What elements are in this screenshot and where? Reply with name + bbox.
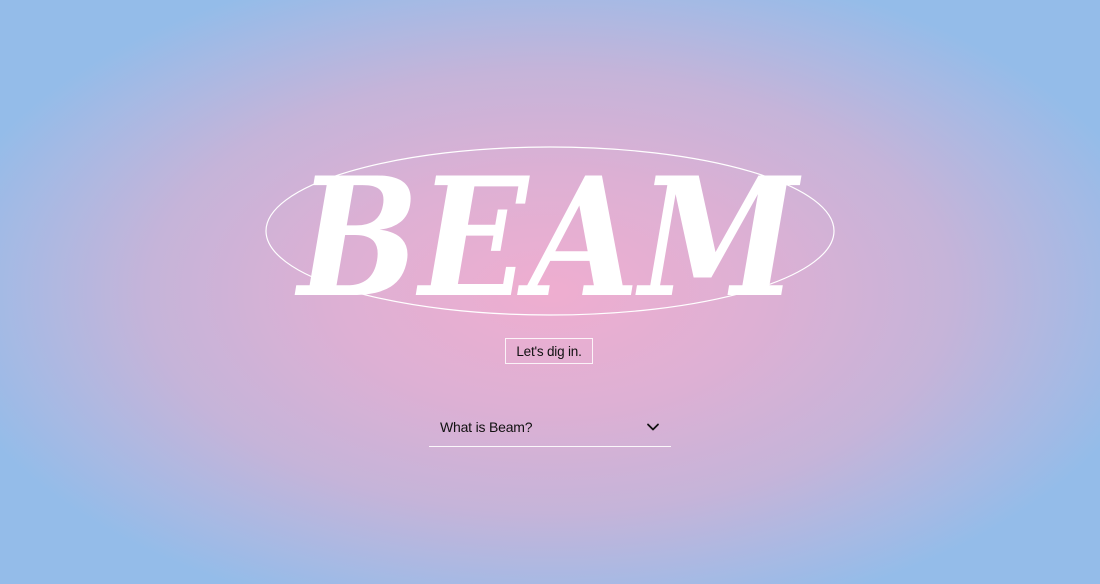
lets-dig-in-label: Let's dig in. (516, 343, 582, 359)
logo-wordmark: BEAM (295, 142, 802, 322)
faq-question: What is Beam? (440, 419, 533, 435)
beam-logo: BEAM (262, 142, 838, 322)
faq-item-what-is-beam[interactable]: What is Beam? (429, 412, 671, 447)
lets-dig-in-button[interactable]: Let's dig in. (505, 338, 593, 364)
chevron-down-icon (646, 420, 660, 434)
